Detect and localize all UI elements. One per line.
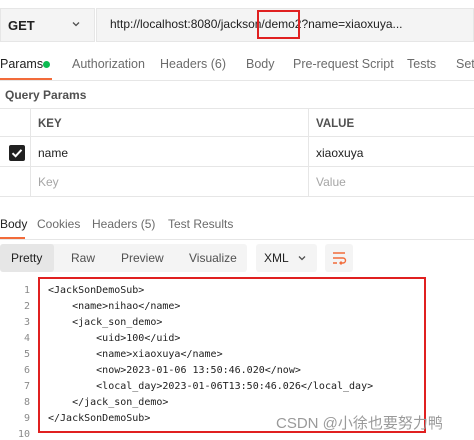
- query-params-title: Query Params: [5, 88, 87, 102]
- param-checkbox[interactable]: [9, 145, 25, 161]
- line-number: 5: [23, 349, 30, 360]
- watermark: CSDN @小徐也要努力鸭: [276, 415, 443, 432]
- table-border: [30, 108, 31, 196]
- new-param-value-input[interactable]: Value: [316, 175, 346, 189]
- tab-params[interactable]: Params: [0, 57, 43, 71]
- tab-authorization[interactable]: Authorization: [72, 57, 145, 71]
- line-number: 9: [23, 413, 30, 424]
- checkmark-icon: [11, 149, 23, 158]
- new-param-key-input[interactable]: Key: [38, 175, 59, 189]
- method-label: GET: [8, 18, 35, 33]
- view-raw-button[interactable]: Raw: [71, 251, 95, 265]
- response-tab-test-results[interactable]: Test Results: [168, 217, 233, 231]
- table-border: [308, 108, 309, 196]
- chevron-down-icon: [298, 256, 306, 261]
- response-highlight-box: [38, 277, 426, 433]
- url-highlight-box: [257, 10, 300, 39]
- table-border: [0, 136, 474, 137]
- tab-body[interactable]: Body: [246, 57, 275, 71]
- response-tab-body[interactable]: Body: [0, 217, 27, 231]
- line-number: 2: [23, 301, 30, 312]
- response-tab-cookies[interactable]: Cookies: [37, 217, 80, 231]
- line-number: 7: [23, 381, 30, 392]
- line-number: 1: [23, 285, 30, 296]
- wrap-lines-button[interactable]: [325, 244, 353, 272]
- param-key[interactable]: name: [38, 146, 68, 160]
- table-border: [0, 166, 474, 167]
- column-header-value: VALUE: [316, 118, 355, 130]
- param-value[interactable]: xiaoxuya: [316, 146, 363, 160]
- column-header-key: KEY: [38, 118, 62, 130]
- status-dot-icon: [43, 61, 50, 68]
- divider: [0, 80, 474, 81]
- view-visualize-button[interactable]: Visualize: [189, 251, 237, 265]
- chevron-down-icon: [72, 22, 80, 27]
- line-number: 8: [23, 397, 30, 408]
- divider: [0, 239, 474, 240]
- view-preview-button[interactable]: Preview: [121, 251, 164, 265]
- tab-settings[interactable]: Setti: [456, 57, 474, 71]
- line-number: 10: [17, 429, 30, 440]
- line-number: 3: [23, 317, 30, 328]
- table-border: [0, 196, 474, 197]
- tab-tests[interactable]: Tests: [407, 57, 436, 71]
- tab-pre-request-script[interactable]: Pre-request Script: [293, 57, 394, 71]
- wrap-lines-icon: [333, 252, 347, 265]
- view-pretty-button[interactable]: Pretty: [11, 251, 42, 265]
- table-border: [0, 108, 474, 109]
- tab-headers[interactable]: Headers (6): [160, 57, 226, 71]
- response-tab-headers[interactable]: Headers (5): [92, 217, 155, 231]
- line-number: 4: [23, 333, 30, 344]
- format-label: XML: [264, 251, 289, 265]
- line-number: 6: [23, 365, 30, 376]
